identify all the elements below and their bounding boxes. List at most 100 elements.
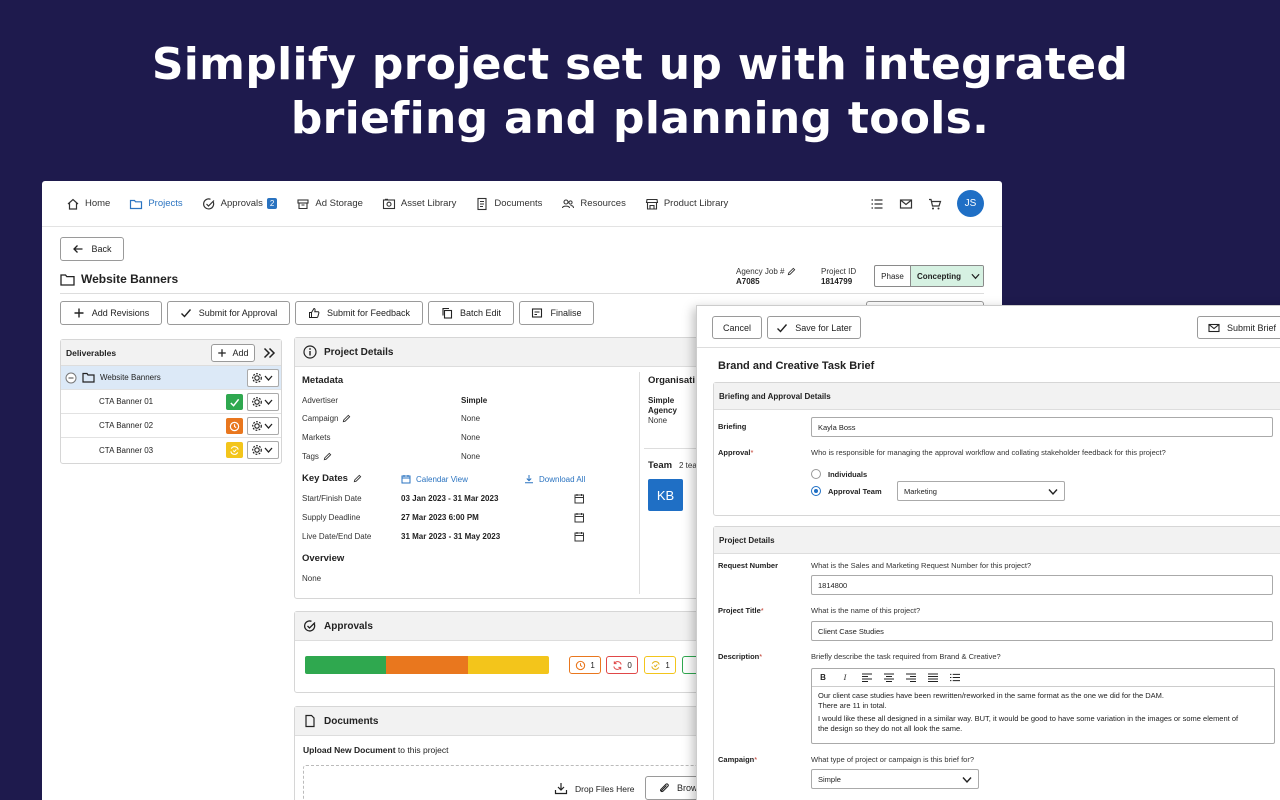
- italic-button[interactable]: I: [840, 673, 850, 682]
- check-icon: [777, 323, 788, 333]
- page-title-text: Website Banners: [81, 272, 179, 286]
- project-details-title: Project Details: [324, 346, 394, 358]
- save-later-button[interactable]: Save for Later: [767, 316, 861, 339]
- align-right-button[interactable]: [906, 673, 916, 682]
- check-icon: [180, 309, 191, 318]
- deliverable-row-3[interactable]: CTA Banner 03: [61, 438, 281, 462]
- documents-title: Documents: [324, 715, 379, 727]
- nav-ad-storage[interactable]: Ad Storage: [296, 197, 363, 211]
- pencil-icon[interactable]: [353, 474, 362, 483]
- mail-icon[interactable]: [899, 197, 913, 211]
- pencil-icon[interactable]: [342, 414, 351, 423]
- deliverable-root-row[interactable]: Website Banners: [61, 366, 281, 390]
- file-dropzone[interactable]: Drop Files Here Brow: [303, 765, 725, 800]
- nav-approvals[interactable]: Approvals 2: [202, 197, 278, 211]
- align-center-button[interactable]: [884, 673, 894, 682]
- briefing-input[interactable]: Kayla Boss: [811, 417, 1273, 437]
- nav-product-library[interactable]: Product Library: [645, 197, 728, 211]
- organisation-type: Agency: [648, 406, 677, 415]
- nav-projects[interactable]: Projects: [129, 197, 183, 211]
- bullet-list-button[interactable]: [950, 673, 960, 682]
- upload-heading: Upload New Document to this project: [303, 745, 448, 755]
- deliverable-row-1[interactable]: CTA Banner 01: [61, 390, 281, 414]
- cart-icon[interactable]: [928, 197, 942, 211]
- approval-team-radio[interactable]: [811, 486, 821, 496]
- browse-label: Brow: [677, 783, 698, 793]
- campaign-label-text: Campaign: [302, 414, 339, 423]
- team-avatar[interactable]: KB: [648, 479, 683, 511]
- deliverable-label-3: CTA Banner 03: [99, 445, 154, 455]
- tags-value: None: [461, 452, 481, 461]
- refresh-check-icon: [230, 445, 239, 455]
- organisation-name: Simple: [648, 396, 675, 405]
- justify-button[interactable]: [928, 673, 938, 682]
- team-title: Team: [648, 460, 673, 471]
- add-revisions-button[interactable]: Add Revisions: [60, 301, 162, 325]
- project-id-label: Project ID: [821, 267, 857, 276]
- request-number-input[interactable]: 1814800: [811, 575, 1273, 595]
- download-tray-icon: [554, 783, 568, 795]
- individuals-radio[interactable]: [811, 469, 821, 479]
- tags-label: Tags: [302, 452, 332, 461]
- nav-home[interactable]: Home: [66, 197, 110, 211]
- gear-chevron-icon: [252, 373, 273, 383]
- add-deliverable-button[interactable]: Add: [211, 344, 255, 362]
- in-review-count[interactable]: 1: [644, 656, 676, 674]
- project-title-input[interactable]: Client Case Studies: [811, 621, 1273, 641]
- row-2-settings-menu[interactable]: [247, 417, 279, 435]
- root-settings-menu[interactable]: [247, 369, 279, 387]
- phase-select[interactable]: Phase Concepting: [874, 265, 984, 287]
- status-in-review: [226, 442, 243, 458]
- campaign-label-text: Campaign: [718, 755, 755, 764]
- approval-team-select[interactable]: Marketing: [897, 481, 1065, 501]
- pencil-icon[interactable]: [787, 267, 796, 276]
- cancel-button[interactable]: Cancel: [712, 316, 762, 339]
- nav-resources[interactable]: Resources: [561, 197, 626, 211]
- list-icon[interactable]: [870, 197, 884, 211]
- campaign-select[interactable]: Simple: [811, 769, 979, 789]
- download-all-label: Download All: [539, 474, 586, 484]
- campaign-value: None: [461, 414, 481, 423]
- description-editor[interactable]: B I Our client case studies have been re…: [811, 668, 1275, 744]
- nav-documents[interactable]: Documents: [475, 197, 542, 211]
- finalise-icon: [532, 308, 543, 318]
- collapse-icon[interactable]: [65, 372, 77, 384]
- individuals-label: Individuals: [828, 470, 868, 479]
- batch-edit-button[interactable]: Batch Edit: [428, 301, 514, 325]
- headline-line-1: Simplify project set up with integrated: [151, 39, 1129, 90]
- description-label: Description*: [718, 652, 762, 661]
- row-3-settings-menu[interactable]: [247, 441, 279, 459]
- calendar-export-icon[interactable]: [574, 512, 585, 523]
- submit-approval-button[interactable]: Submit for Approval: [167, 301, 290, 325]
- double-chevron-right-icon[interactable]: [263, 347, 276, 359]
- overview-value: None: [302, 574, 322, 583]
- image-icon: [382, 198, 395, 209]
- description-question: Briefly describe the task required from …: [811, 652, 1001, 661]
- deliverable-label-1: CTA Banner 01: [99, 397, 154, 406]
- nav-asset-library[interactable]: Asset Library: [382, 197, 456, 211]
- deliverable-row-2[interactable]: CTA Banner 02: [61, 414, 281, 438]
- supply-deadline-value: 27 Mar 2023 6:00 PM: [401, 513, 479, 522]
- download-all-link[interactable]: Download All: [524, 474, 585, 484]
- bold-button[interactable]: B: [818, 673, 828, 682]
- align-left-button[interactable]: [862, 673, 872, 682]
- back-button[interactable]: Back: [60, 237, 124, 261]
- approval-team-label: Approval Team: [828, 487, 882, 496]
- finalise-button[interactable]: Finalise: [519, 301, 594, 325]
- submit-brief-label: Submit Brief: [1226, 322, 1277, 333]
- upload-heading-rest: to this project: [395, 745, 449, 755]
- rejected-count[interactable]: 0: [606, 656, 638, 674]
- submit-feedback-button[interactable]: Submit for Feedback: [295, 301, 423, 325]
- start-finish-label: Start/Finish Date: [302, 494, 362, 503]
- user-avatar[interactable]: JS: [957, 190, 984, 217]
- campaign-question: What type of project or campaign is this…: [811, 755, 974, 764]
- approvals-icon: [304, 620, 316, 632]
- pencil-icon[interactable]: [323, 452, 332, 461]
- calendar-view-link[interactable]: Calendar View: [401, 474, 468, 484]
- submit-brief-button[interactable]: Submit Brief: [1197, 316, 1280, 339]
- calendar-export-icon[interactable]: [574, 493, 585, 504]
- pending-count[interactable]: 1: [569, 656, 601, 674]
- row-1-settings-menu[interactable]: [247, 393, 279, 411]
- calendar-export-icon[interactable]: [574, 531, 585, 542]
- approvals-progress-bar: [305, 656, 549, 674]
